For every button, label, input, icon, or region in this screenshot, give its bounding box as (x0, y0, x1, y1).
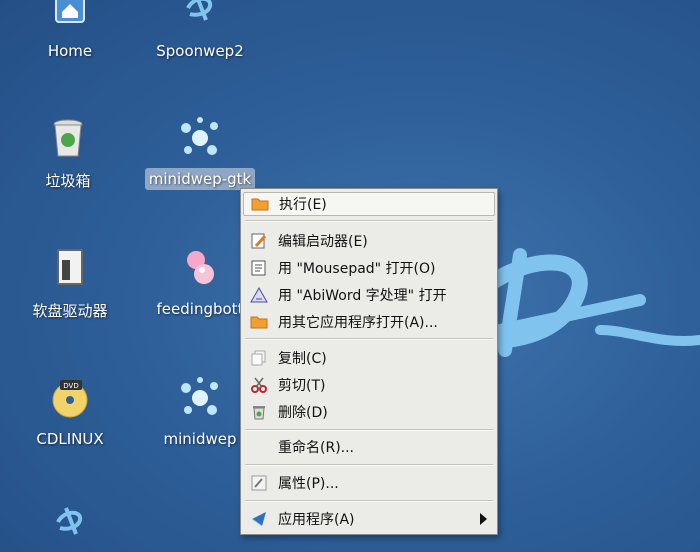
desktop-icon-minidwep-gtk[interactable]: minidwep-gtk (140, 114, 260, 190)
menu-item-label: 重命名(R)... (278, 440, 355, 456)
context-menu: 执行(E) 编辑启动器(E) 用 "Mousepad" 打开(O) 用 "Abi… (240, 188, 498, 535)
menu-item-label: 复制(C) (278, 351, 327, 367)
menu-item-label: 用 "AbiWord 字处理" 打开 (278, 288, 447, 304)
menu-item-applications[interactable]: 应用程序(A) (243, 507, 495, 531)
desktop-icon-spoonwep2[interactable]: Spoonwep2 (140, 0, 260, 62)
spoonwep-icon (56, 507, 83, 535)
copy-icon (248, 349, 270, 367)
dvd-icon: DVD (52, 380, 88, 418)
trash-icon (248, 403, 270, 421)
desktop-icon-floppy[interactable]: 软盘驱动器 (10, 244, 130, 323)
desktop-icon-label: minidwep-gtk (144, 168, 256, 190)
floppy-drive-icon (57, 249, 83, 285)
desktop-icon-label: Spoonwep2 (156, 42, 244, 60)
spoonwep-icon (186, 0, 213, 21)
desktop-icon-label: 软盘驱动器 (32, 302, 108, 320)
applications-icon (248, 510, 270, 528)
menu-item-edit-launcher[interactable]: 编辑启动器(E) (243, 229, 495, 253)
properties-icon (248, 474, 270, 492)
desktop-icon-unnamed[interactable] (10, 500, 130, 548)
trash-can-icon (53, 119, 83, 157)
desktop-icon-label: 垃圾箱 (45, 172, 91, 190)
menu-item-properties[interactable]: 属性(P)... (243, 471, 495, 495)
desktop-icon-trash[interactable]: 垃圾箱 (8, 114, 128, 193)
menu-item-delete[interactable]: 删除(D) (243, 400, 495, 424)
menu-item-open-abiword[interactable]: 用 "AbiWord 字处理" 打开 (243, 283, 495, 307)
svg-text:DVD: DVD (63, 382, 78, 390)
menu-item-copy[interactable]: 复制(C) (243, 346, 495, 370)
home-folder-icon (55, 0, 85, 23)
folder-orange-icon (249, 195, 271, 213)
edit-launcher-icon (248, 232, 270, 250)
scissors-icon (248, 376, 270, 394)
desktop-icon-cdlinux[interactable]: DVD CDLINUX (10, 374, 130, 450)
menu-separator (245, 338, 493, 340)
menu-item-execute[interactable]: 执行(E) (243, 192, 495, 216)
menu-item-label: 编辑启动器(E) (278, 234, 368, 250)
abiword-icon (248, 286, 270, 304)
text-editor-icon (248, 259, 270, 277)
desktop-icon-home[interactable]: Home (10, 0, 130, 62)
desktop-icon-label: feedingbott (156, 300, 244, 318)
menu-item-label: 用 "Mousepad" 打开(O) (278, 261, 436, 277)
menu-item-label: 删除(D) (278, 405, 328, 421)
menu-separator (245, 464, 493, 466)
folder-orange-icon (248, 313, 270, 331)
menu-item-label: 剪切(T) (278, 378, 326, 394)
desktop-icon-label: Home (47, 42, 93, 60)
desktop-icon-label: CDLINUX (36, 430, 104, 448)
submenu-arrow-icon (480, 513, 487, 525)
menu-item-cut[interactable]: 剪切(T) (243, 373, 495, 397)
menu-separator (245, 429, 493, 431)
menu-item-label: 用其它应用程序打开(A)... (278, 315, 438, 331)
minidwep-splash-icon (181, 117, 218, 155)
menu-item-open-other-app[interactable]: 用其它应用程序打开(A)... (243, 310, 495, 334)
menu-item-label: 属性(P)... (278, 476, 339, 492)
feeding-bottle-icon (187, 251, 214, 284)
minidwep-splash-icon (181, 377, 218, 415)
menu-item-label: 应用程序(A) (278, 512, 355, 528)
menu-separator (245, 500, 493, 502)
menu-item-rename[interactable]: 重命名(R)... (243, 435, 495, 459)
menu-separator (245, 220, 493, 222)
menu-item-open-mousepad[interactable]: 用 "Mousepad" 打开(O) (243, 256, 495, 280)
desktop-icon-label: minidwep (163, 430, 237, 448)
menu-item-label: 执行(E) (279, 197, 327, 213)
